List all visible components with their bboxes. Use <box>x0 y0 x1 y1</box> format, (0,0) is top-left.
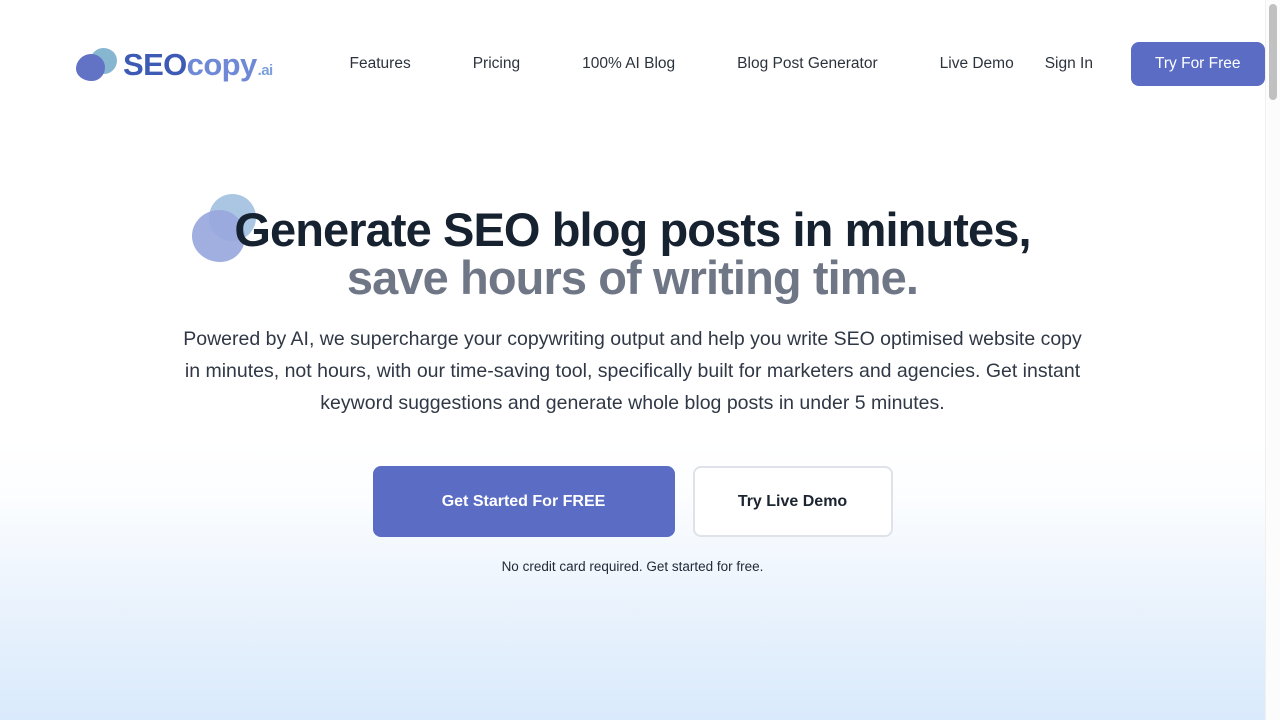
headline-line-1: Generate SEO blog posts in minutes, <box>234 203 1031 256</box>
primary-navigation: Features Pricing 100% AI Blog Blog Post … <box>319 55 1045 73</box>
vertical-scrollbar[interactable] <box>1265 0 1280 720</box>
headline-line-2: save hours of writing time. <box>346 251 919 304</box>
cta-disclaimer: No credit card required. Get started for… <box>501 559 764 574</box>
site-header: SEO copy .ai Features Pricing 100% AI Bl… <box>0 0 1265 128</box>
page-title: Generate SEO blog posts in minutes, save… <box>0 128 1265 302</box>
hero-section: Generate SEO blog posts in minutes, save… <box>0 128 1265 574</box>
logo-circle-primary <box>76 54 105 81</box>
logo-wordmark: SEO copy .ai <box>123 49 273 80</box>
logo-text-copy: copy <box>186 46 258 82</box>
site-logo[interactable]: SEO copy .ai <box>76 42 273 86</box>
nav-item-blog-post-generator[interactable]: Blog Post Generator <box>706 55 908 73</box>
try-live-demo-button[interactable]: Try Live Demo <box>692 466 893 537</box>
get-started-for-free-button[interactable]: Get Started For FREE <box>372 466 675 537</box>
page-canvas: SEO copy .ai Features Pricing 100% AI Bl… <box>0 0 1265 720</box>
scrollbar-thumb[interactable] <box>1269 4 1277 100</box>
cta-button-row: Get Started For FREE Try Live Demo <box>0 466 1265 537</box>
header-actions: Sign In Try For Free <box>1045 42 1265 86</box>
try-for-free-button[interactable]: Try For Free <box>1130 42 1265 86</box>
logo-text-seo: SEO <box>123 46 187 82</box>
sign-in-link[interactable]: Sign In <box>1045 55 1093 73</box>
headline-container: Generate SEO blog posts in minutes, save… <box>0 128 1265 308</box>
overlapping-circles-icon <box>76 46 118 82</box>
nav-item-features[interactable]: Features <box>319 55 442 73</box>
hero-description: Powered by AI, we supercharge your copyw… <box>183 328 1082 414</box>
nav-item-100-percent-ai-blog[interactable]: 100% AI Blog <box>551 55 706 73</box>
nav-item-pricing[interactable]: Pricing <box>442 55 551 73</box>
nav-item-live-demo[interactable]: Live Demo <box>909 55 1045 73</box>
logo-text-ai: .ai <box>257 61 273 79</box>
